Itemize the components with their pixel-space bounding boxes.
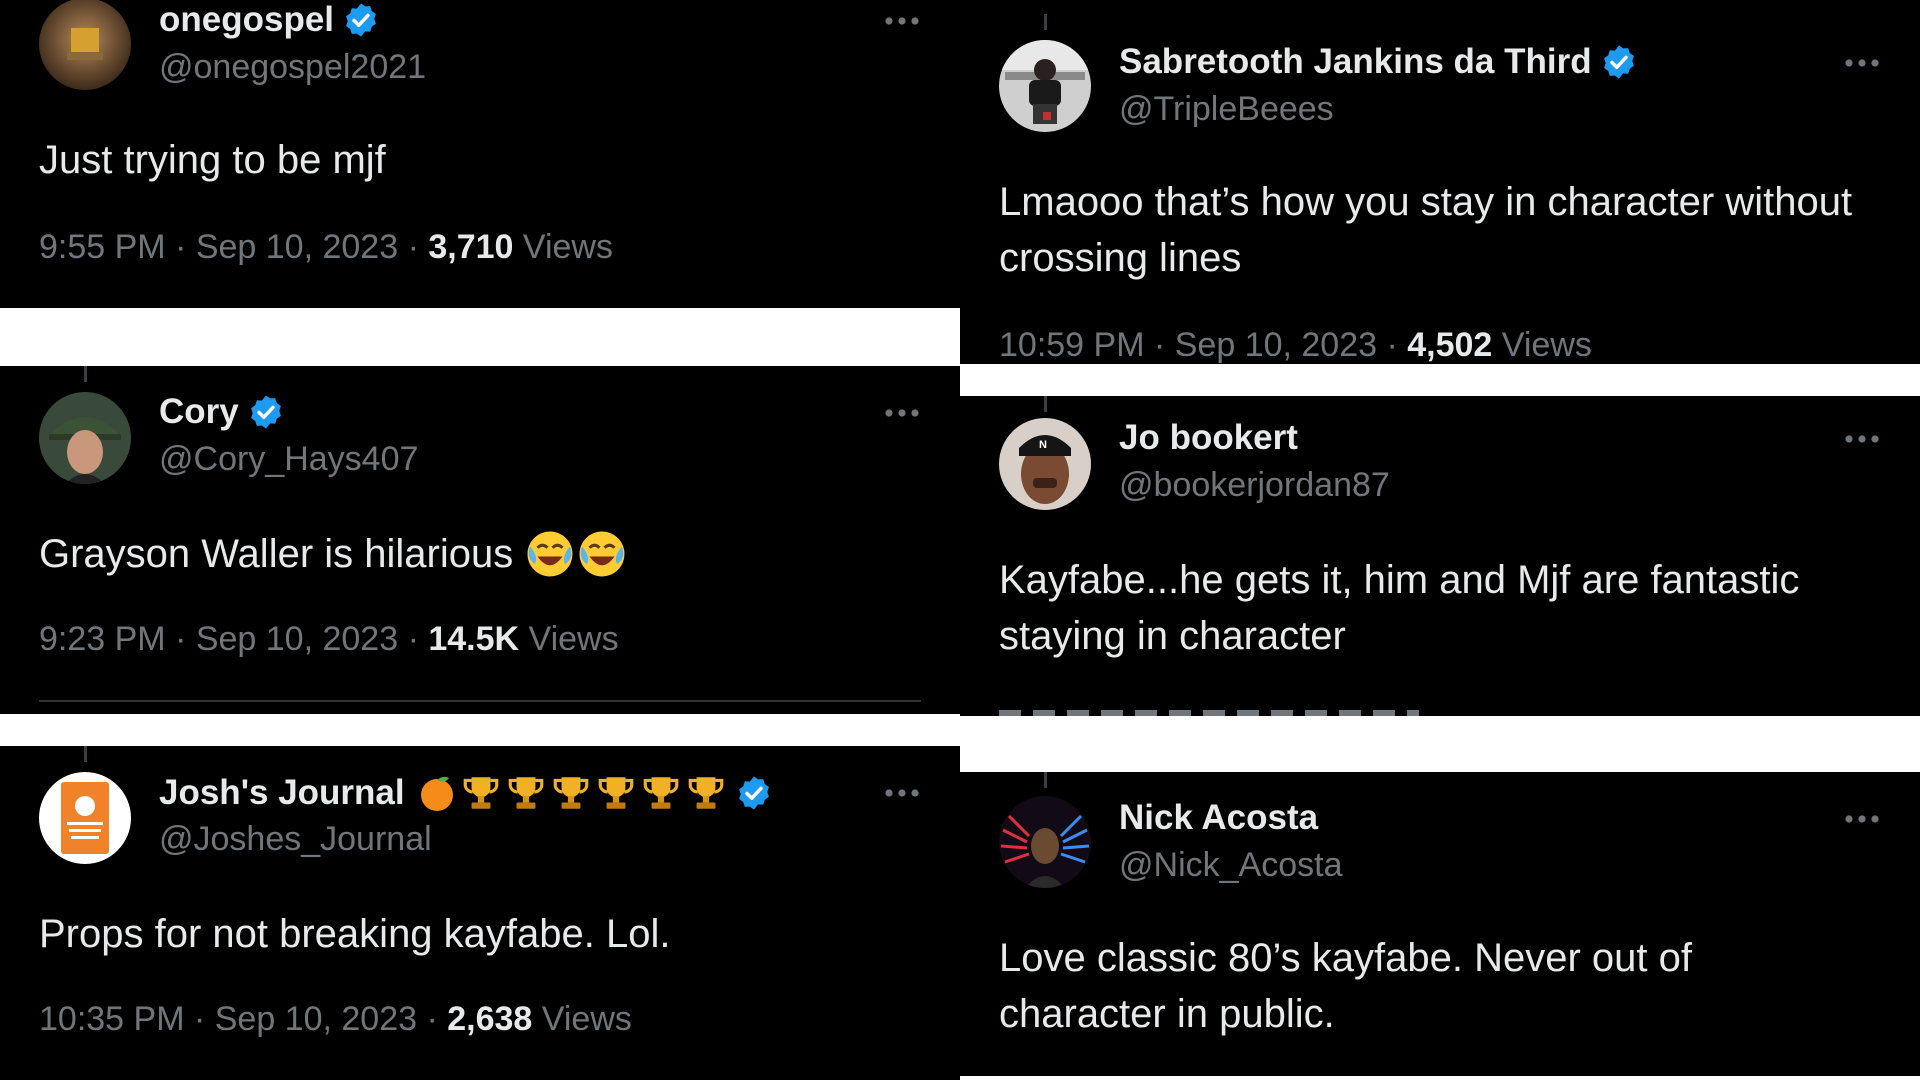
trophy-emoji (505, 772, 547, 814)
avatar[interactable] (39, 392, 131, 484)
display-name[interactable]: Nick Acosta (1119, 798, 1318, 838)
tweet-text-line: crossing lines (999, 236, 1242, 280)
tweet-text-line: staying in character (999, 614, 1346, 658)
thread-line (1044, 14, 1047, 30)
tweet-text: Kayfabe...he gets it, him and Mjf are fa… (999, 552, 1799, 664)
orange-emoji (417, 773, 457, 813)
divider (39, 700, 921, 702)
user-handle[interactable]: @Nick_Acosta (1119, 846, 1342, 885)
display-name[interactable]: Josh's Journal (159, 773, 405, 813)
tweet-text: Lmaooo that’s how you stay in character … (999, 174, 1852, 286)
tweet-timestamp[interactable]: 10:59 PM · Sep 10, 2023 · (999, 326, 1407, 364)
tweet-meta: 10:35 PM · Sep 10, 2023 · 2,638 Views (39, 1000, 632, 1039)
tweet-card[interactable]: Cory @Cory_Hays407 Grayson Waller is hil… (0, 366, 960, 714)
views-label: Views (1492, 326, 1592, 364)
display-name[interactable]: Sabretooth Jankins da Third (1119, 42, 1592, 82)
tweet-timestamp[interactable]: 9:55 PM · Sep 10, 2023 · (39, 228, 428, 266)
thread-line (84, 366, 87, 382)
display-name[interactable]: Cory (159, 392, 239, 432)
tweet-card[interactable]: onegospel @onegospel2021 Just trying to … (0, 0, 960, 308)
tweet-text-line: Love classic 80’s kayfabe. Never out of (999, 936, 1692, 980)
avatar[interactable] (39, 772, 131, 864)
user-handle[interactable]: @bookerjordan87 (1119, 466, 1390, 505)
views-label: Views (513, 228, 613, 266)
user-handle[interactable]: @onegospel2021 (159, 48, 426, 87)
tweet-text: Props for not breaking kayfabe. Lol. (39, 912, 671, 956)
tweet-meta-clipped (999, 710, 1419, 716)
tweet-meta: 9:23 PM · Sep 10, 2023 · 14.5K Views (39, 620, 619, 659)
tweet-card[interactable]: N Jo bookert @bookerjordan87 Kayfabe...h… (960, 396, 1920, 716)
user-handle[interactable]: @Joshes_Journal (159, 820, 432, 859)
face-with-tears-of-joy-emoji (525, 529, 575, 579)
tweet-meta: 10:59 PM · Sep 10, 2023 · 4,502 Views (999, 326, 1592, 364)
trophy-emoji (685, 772, 727, 814)
avatar[interactable]: N (999, 418, 1091, 510)
verified-badge-icon (735, 774, 773, 812)
tweet-text-line: Lmaooo that’s how you stay in character … (999, 180, 1853, 224)
tweet-text-content: Grayson Waller is hilarious (39, 532, 514, 576)
thread-line (1044, 396, 1047, 412)
tweet-text-line: character in public. (999, 992, 1335, 1036)
views-count: 3,710 (428, 228, 514, 266)
tweet-timestamp[interactable]: 10:35 PM · Sep 10, 2023 · (39, 1000, 447, 1038)
display-name[interactable]: Jo bookert (1119, 418, 1298, 458)
views-label: Views (519, 620, 619, 658)
tweet-card[interactable]: Nick Acosta @Nick_Acosta Love classic 80… (960, 772, 1920, 1076)
tweet-text: Love classic 80’s kayfabe. Never out of … (999, 930, 1692, 1042)
trophy-emoji (550, 772, 592, 814)
tweet-text: Just trying to be mjf (39, 138, 386, 182)
tweet-timestamp[interactable]: 9:23 PM · Sep 10, 2023 · (39, 620, 428, 658)
face-with-tears-of-joy-emoji (577, 529, 627, 579)
avatar[interactable] (39, 0, 131, 90)
user-handle[interactable]: @TripleBeees (1119, 90, 1334, 129)
tweet-text-line: Kayfabe...he gets it, him and Mjf are fa… (999, 558, 1800, 602)
views-label: Views (532, 1000, 632, 1038)
thread-line (84, 746, 87, 762)
tweet-text: Grayson Waller is hilarious (39, 526, 627, 582)
more-options-icon[interactable] (883, 786, 921, 800)
more-options-icon[interactable] (1843, 812, 1881, 826)
more-options-icon[interactable] (1843, 432, 1881, 446)
more-options-icon[interactable] (883, 406, 921, 420)
avatar[interactable] (999, 796, 1091, 888)
verified-badge-icon (247, 393, 285, 431)
verified-badge-icon (1600, 43, 1638, 81)
trophy-emoji (460, 772, 502, 814)
tweet-card[interactable]: Josh's Journal @Joshes_Journal Props for… (0, 746, 960, 1080)
trophy-emoji (595, 772, 637, 814)
more-options-icon[interactable] (1843, 56, 1881, 70)
views-count: 2,638 (447, 1000, 533, 1038)
svg-text:N: N (1039, 439, 1047, 451)
verified-badge-icon (342, 1, 380, 39)
display-name[interactable]: onegospel (159, 0, 334, 40)
views-count: 4,502 (1407, 326, 1493, 364)
user-handle[interactable]: @Cory_Hays407 (159, 440, 418, 479)
views-count: 14.5K (428, 620, 520, 658)
more-options-icon[interactable] (883, 14, 921, 28)
tweet-meta: 9:55 PM · Sep 10, 2023 · 3,710 Views (39, 228, 613, 267)
tweet-card[interactable]: Sabretooth Jankins da Third @TripleBeees… (960, 0, 1920, 364)
thread-line (1044, 772, 1047, 788)
name-emoji-strip (417, 772, 727, 814)
trophy-emoji (640, 772, 682, 814)
avatar[interactable] (999, 40, 1091, 132)
